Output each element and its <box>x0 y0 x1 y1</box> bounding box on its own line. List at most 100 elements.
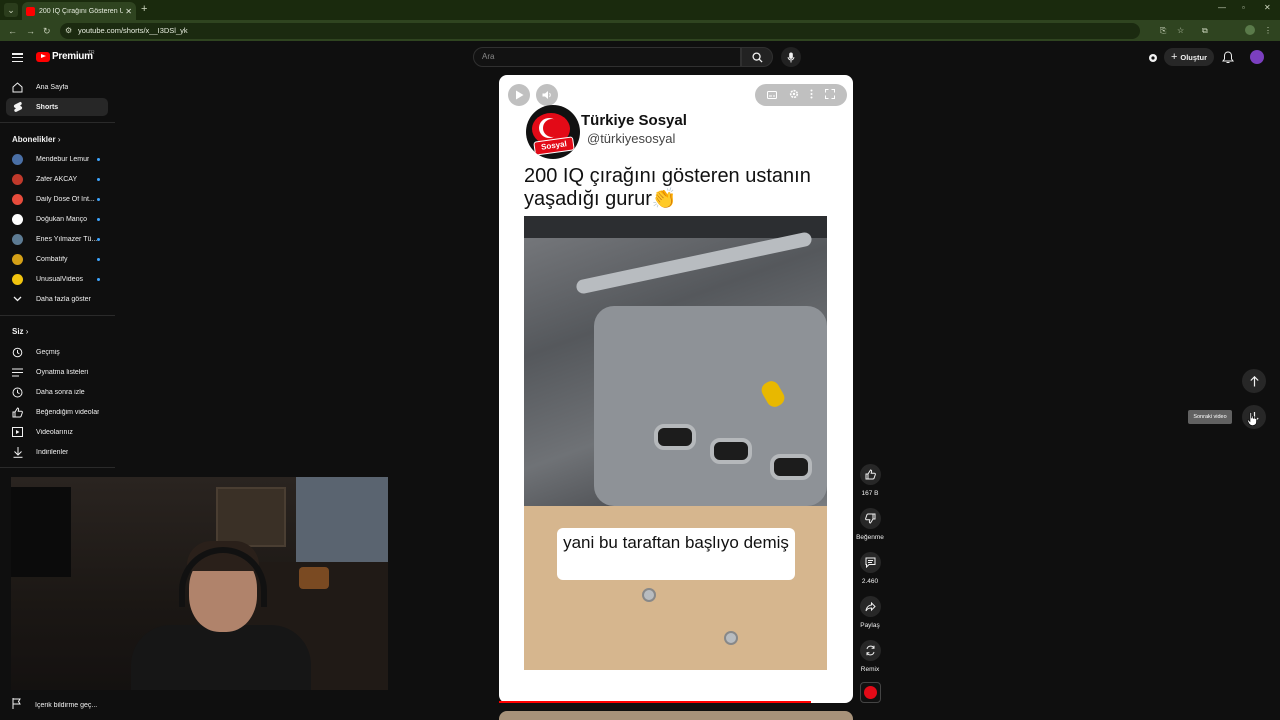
back-icon[interactable]: ← <box>8 26 17 36</box>
tab-search-button[interactable]: ⌄ <box>4 3 18 17</box>
more-options-icon[interactable] <box>810 86 813 104</box>
window-close-icon[interactable]: ✕ <box>1264 3 1271 12</box>
captions-icon[interactable] <box>766 86 777 104</box>
like-button[interactable] <box>860 464 881 485</box>
search-icon <box>751 51 763 63</box>
create-button[interactable]: + Oluştur <box>1164 48 1214 66</box>
sidebar-item-downloads[interactable]: İndirilenler <box>6 443 108 461</box>
video-icon <box>12 427 23 438</box>
extensions-icon[interactable]: ⧉ <box>1202 26 1208 36</box>
menu-icon[interactable] <box>12 53 23 63</box>
settings-gear-icon[interactable] <box>789 86 799 104</box>
volume-icon <box>542 91 551 99</box>
play-button[interactable] <box>508 84 530 106</box>
maximize-icon[interactable]: ▫ <box>1242 3 1245 12</box>
browser-tab[interactable]: 200 IQ Çırağını Gösteren Ustan ✕ <box>22 2 136 20</box>
install-icon[interactable]: ⎘ <box>1160 26 1166 36</box>
thumbs-up-icon <box>865 469 876 480</box>
history-icon <box>12 347 23 358</box>
youtube-favicon-icon <box>26 6 35 16</box>
browser-profile-avatar[interactable] <box>1245 25 1255 35</box>
subscriptions-title: Abonelikler <box>12 135 56 144</box>
sidebar-item-history[interactable]: Geçmiş <box>6 343 108 361</box>
playback-progress-bar[interactable] <box>499 701 811 703</box>
channel-handle: @türkiyesosyal <box>587 131 676 146</box>
search-input[interactable] <box>473 47 741 67</box>
sidebar-item-label: İçerik bildirme geç... <box>35 701 98 709</box>
bookmark-star-icon[interactable]: ☆ <box>1177 26 1184 35</box>
fullscreen-icon[interactable] <box>825 86 836 104</box>
previous-video-button[interactable] <box>1242 369 1266 393</box>
dislike-label: Beğenme <box>856 534 884 541</box>
home-icon <box>12 81 23 93</box>
sidebar-item-label: Videolarınız <box>36 428 73 436</box>
reload-icon[interactable]: ↻ <box>43 26 51 37</box>
volume-button[interactable] <box>536 84 558 106</box>
sidebar-subscription[interactable]: Mendebur Lemur <box>6 150 108 168</box>
you-heading[interactable]: Siz › <box>12 327 28 336</box>
new-content-dot <box>97 177 100 181</box>
sidebar-subscription[interactable]: Enes Yılmazer Tü... <box>6 230 108 248</box>
browser-menu-icon[interactable]: ⋮ <box>1264 26 1272 35</box>
remix-button[interactable] <box>860 640 881 661</box>
voice-search-button[interactable] <box>781 47 801 67</box>
clock-icon <box>12 387 23 398</box>
search-placeholder: Ara <box>482 52 495 61</box>
audio-source-thumbnail[interactable] <box>860 682 881 703</box>
new-content-dot <box>97 237 100 241</box>
account-avatar[interactable] <box>1250 50 1264 64</box>
minimize-icon[interactable]: — <box>1218 3 1226 12</box>
sidebar-divider <box>0 315 115 316</box>
sidebar-item-label: Oynatma listeleri <box>36 368 89 376</box>
site-info-icon[interactable]: ⚙ <box>65 26 72 35</box>
create-studio-icon[interactable] <box>1147 51 1159 69</box>
sidebar-item-label: Enes Yılmazer Tü... <box>36 235 98 243</box>
sidebar-subscription[interactable]: UnusualVideos <box>6 270 108 288</box>
sidebar-item-label: Geçmiş <box>36 348 60 356</box>
tab-close-icon[interactable]: ✕ <box>125 7 132 16</box>
show-more-button[interactable]: Daha fazla göster <box>6 290 108 308</box>
sidebar-item-label: Daily Dose Of Int... <box>36 195 95 203</box>
new-content-dot <box>97 197 100 201</box>
sidebar-item-report[interactable]: İçerik bildirme geç... <box>12 696 97 714</box>
channel-avatar <box>12 193 23 205</box>
sidebar-item-playlists[interactable]: Oynatma listeleri <box>6 363 108 381</box>
arrow-up-icon <box>1249 375 1259 386</box>
youtube-logo[interactable]: Premium <box>36 51 93 62</box>
sidebar-subscription[interactable]: Zafer AKCAY <box>6 170 108 188</box>
hand-cursor-icon <box>1247 412 1257 426</box>
sidebar-item-liked-videos[interactable]: Beğendiğim videolar <box>6 403 108 421</box>
tab-title: 200 IQ Çırağını Gösteren Ustan <box>39 7 124 15</box>
subscriptions-heading[interactable]: Abonelikler › <box>12 135 60 144</box>
thumbs-up-icon <box>12 406 23 418</box>
comments-button[interactable] <box>860 552 881 573</box>
search-button[interactable] <box>741 47 773 67</box>
chevron-down-icon <box>12 294 23 305</box>
engine-video <box>524 216 827 670</box>
share-button[interactable] <box>860 596 881 617</box>
address-bar[interactable] <box>60 23 1140 39</box>
dislike-button[interactable] <box>860 508 881 529</box>
chevron-right-icon: › <box>57 135 61 144</box>
channel-name: Türkiye Sosyal <box>581 112 687 129</box>
player-controls <box>755 84 847 106</box>
notifications-bell-icon[interactable] <box>1222 51 1234 69</box>
sidebar-subscription[interactable]: Combatify <box>6 250 108 268</box>
sidebar-item-your-videos[interactable]: Videolarınız <box>6 423 108 441</box>
play-icon <box>515 90 523 100</box>
new-tab-button[interactable]: + <box>141 3 147 15</box>
sidebar-item-label: Mendebur Lemur <box>36 155 90 163</box>
next-short-preview[interactable] <box>499 711 853 720</box>
new-content-dot <box>97 157 100 161</box>
chevron-right-icon: › <box>25 327 29 336</box>
remix-icon <box>866 645 875 656</box>
sidebar-subscription[interactable]: Doğukan Manço <box>6 210 108 228</box>
channel-avatar <box>12 213 23 225</box>
sidebar-item-home[interactable]: Ana Sayfa <box>6 78 108 96</box>
forward-icon[interactable]: → <box>26 26 35 36</box>
sidebar-item-shorts[interactable]: Shorts <box>6 98 108 116</box>
download-icon <box>12 446 23 458</box>
sidebar-item-watch-later[interactable]: Daha sonra izle <box>6 383 108 401</box>
sidebar-subscription[interactable]: Daily Dose Of Int... <box>6 190 108 208</box>
sidebar-item-label: Daha sonra izle <box>36 388 85 396</box>
